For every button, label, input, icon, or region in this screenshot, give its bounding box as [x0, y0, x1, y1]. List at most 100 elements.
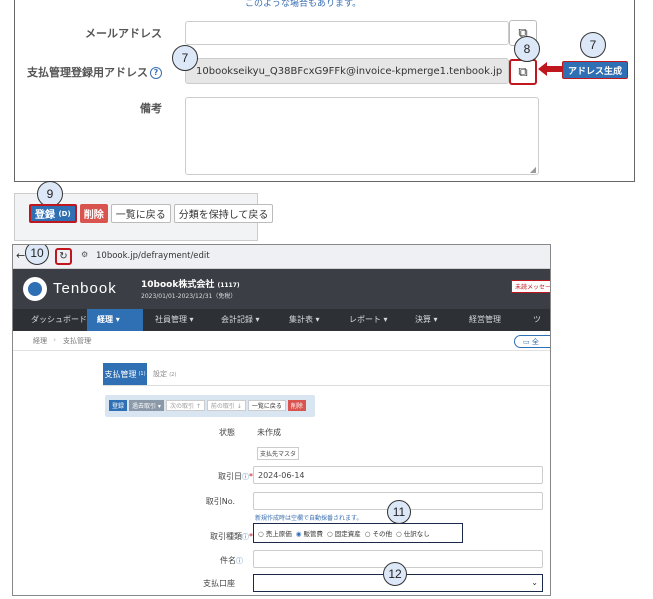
next-entry-button[interactable]: 次の取引 ↑	[165, 400, 205, 411]
back-to-list-button[interactable]: 一覧に戻る	[110, 204, 171, 223]
payment-address-label-text: 支払管理登録用アドレス	[27, 66, 148, 79]
type-label-text: 取引種類	[210, 532, 242, 541]
radio-other[interactable]: ○ その他	[365, 528, 392, 538]
nav-accounting-active[interactable]: 経理 ▾	[87, 309, 143, 331]
register-button[interactable]: 登録 (D)	[29, 204, 77, 223]
address-settings-panel: このような場合もあります。 メールアドレス ⧉ 支払管理登録用アドレス? 10b…	[14, 0, 635, 182]
subject-label-text: 件名	[220, 556, 236, 565]
company-name-line: 10book株式会社 (1117)	[141, 277, 240, 290]
marker-7-generate: 7	[580, 32, 606, 58]
action-buttons: 登録 (D) 削除 一覧に戻る 分類を保持して戻る	[29, 204, 274, 223]
logo-text[interactable]: Tenbook	[53, 280, 117, 297]
email-label: メールアドレス	[85, 27, 162, 40]
type-label: 取引種類ⓘ*	[163, 531, 253, 542]
help-icon[interactable]: ⓘ	[242, 533, 249, 541]
tab-divider	[103, 385, 550, 386]
nav-closing[interactable]: 決算 ▾	[415, 314, 438, 325]
past-entries-button[interactable]: 過去取引 ▾	[129, 400, 164, 411]
site-settings-icon[interactable]: ⚙	[81, 250, 88, 259]
status-label: 状態	[219, 428, 235, 437]
back-arrow-icon[interactable]: ←	[16, 249, 25, 262]
date-label-text: 取引日	[218, 472, 242, 481]
nav-tools[interactable]: ツ	[533, 314, 541, 325]
help-icon[interactable]: ⓘ	[236, 557, 243, 565]
inner-back-button[interactable]: 一覧に戻る	[247, 400, 286, 411]
prev-entry-button[interactable]: 前の取引 ↓	[206, 400, 246, 411]
number-label: 取引No.	[205, 497, 235, 506]
browser-toolbar: ← ↻ ⚙ 10book.jp/defrayment/edit	[13, 245, 550, 269]
help-icon[interactable]: ?	[150, 67, 162, 79]
notes-label: 備考	[140, 102, 162, 115]
generate-address-button[interactable]: アドレス生成	[562, 61, 628, 79]
register-shortcut: (D)	[58, 209, 71, 218]
breadcrumb: 経理 › 支払管理 › ▭ 全	[13, 331, 550, 351]
fullscreen-button[interactable]: ▭ 全	[514, 335, 550, 348]
tab-settings-badge: (2)	[169, 372, 177, 378]
main-nav: ダッシュボード 経理 ▾ 社員管理 ▾ 会計記録 ▾ 集計表 ▾ レポート ▾ …	[13, 309, 550, 331]
fullscreen-label: 全	[531, 337, 539, 346]
inner-register-button[interactable]: 登録	[109, 400, 128, 411]
arrow-left-icon	[538, 62, 564, 76]
action-toolbar-panel: 9 登録 (D) 削除 一覧に戻る 分類を保持して戻る	[14, 181, 274, 241]
radio-label: その他	[372, 530, 393, 538]
inner-delete-button[interactable]: 削除	[287, 400, 306, 411]
reload-button[interactable]: ↻	[55, 248, 72, 265]
breadcrumb-separator-icon: ›	[89, 335, 93, 344]
marker-12: 12	[383, 562, 407, 586]
tab-settings-label: 設定	[153, 370, 167, 378]
nav-employee[interactable]: 社員管理 ▾	[155, 314, 194, 325]
tenbook-logo-icon	[23, 277, 47, 301]
radio-no-journal[interactable]: ○ 仕訳なし	[396, 528, 430, 538]
account-label: 支払口座	[203, 579, 235, 588]
url-text[interactable]: 10book.jp/defrayment/edit	[96, 251, 210, 261]
copy-payment-address-button[interactable]: ⧉	[509, 59, 537, 85]
payee-master-button[interactable]: 支払先マスタ	[257, 447, 300, 460]
breadcrumb-accounting[interactable]: 経理	[33, 336, 47, 346]
tab-payment-badge: (1)	[138, 371, 146, 377]
notes-textarea[interactable]: ◢	[185, 97, 539, 175]
breadcrumb-payment[interactable]: 支払管理	[63, 336, 91, 346]
unread-messages-badge[interactable]: 未読メッセー	[511, 280, 550, 293]
resize-handle-icon[interactable]: ◢	[530, 165, 536, 174]
help-icon[interactable]: ⓘ	[242, 473, 249, 481]
radio-label: 仕訳なし	[403, 530, 430, 538]
breadcrumb-separator-icon: ›	[53, 335, 57, 344]
radio-label: 売上原価	[265, 530, 292, 538]
payment-address-field[interactable]: 10bookseikyu_Q38BFcxG9FFk@invoice-kpmerg…	[185, 58, 509, 84]
marker-8: 8	[514, 36, 540, 62]
register-label: 登録	[35, 210, 55, 221]
radio-label: 販管費	[303, 530, 324, 538]
tab-payment-management[interactable]: 支払管理 (1)	[103, 363, 147, 385]
copy-icon: ⧉	[518, 64, 528, 80]
monitor-icon: ▭	[523, 337, 530, 346]
delete-button[interactable]: 削除	[79, 204, 108, 223]
nav-accounting: 経理 ▾	[97, 315, 120, 324]
radio-cost-of-sales[interactable]: ○ 売上原価	[258, 528, 292, 538]
nav-records[interactable]: 会計記録 ▾	[221, 314, 260, 325]
transaction-type-radio-group: ○ 売上原価 ◉ 販管費 ○ 固定資産 ○ その他 ○ 仕訳なし	[253, 523, 463, 543]
radio-sga[interactable]: ◉ 販管費	[296, 528, 323, 538]
number-hint: 新規作成時は空欄で自動採番されます。	[255, 515, 363, 522]
fiscal-period: 2023/01/01-2023/12/31（免税）	[141, 293, 237, 300]
inner-toolbar-buttons: 登録 過去取引 ▾ 次の取引 ↑ 前の取引 ↓ 一覧に戻る 削除	[109, 400, 306, 411]
status-value: 未作成	[257, 428, 281, 437]
nav-report[interactable]: レポート ▾	[349, 314, 388, 325]
browser-window: ← ↻ ⚙ 10book.jp/defrayment/edit 10 Tenbo…	[12, 244, 551, 596]
radio-fixed-assets[interactable]: ○ 固定資産	[327, 528, 361, 538]
nav-summary[interactable]: 集計表 ▾	[289, 314, 320, 325]
nav-management[interactable]: 経営管理	[469, 314, 501, 325]
back-keep-category-button[interactable]: 分類を保持して戻る	[173, 204, 274, 223]
radio-label: 固定資産	[334, 530, 361, 538]
reload-icon: ↻	[59, 251, 68, 262]
date-input[interactable]: 2024-06-14	[253, 466, 543, 484]
email-input[interactable]	[185, 21, 509, 45]
nav-dashboard[interactable]: ダッシュボード	[31, 314, 87, 325]
subject-label: 件名ⓘ	[163, 555, 243, 566]
payment-address-label: 支払管理登録用アドレス?	[20, 64, 162, 80]
marker-11: 11	[387, 500, 411, 524]
tab-settings[interactable]: 設定 (2)	[153, 369, 176, 379]
top-note-text: このような場合もあります。	[245, 0, 362, 9]
inner-toolbar: 登録 過去取引 ▾ 次の取引 ↑ 前の取引 ↓ 一覧に戻る 削除	[105, 395, 315, 417]
app-header: Tenbook 10book株式会社 (1117) 2023/01/01-202…	[13, 269, 550, 309]
date-label: 取引日ⓘ*	[163, 471, 253, 482]
